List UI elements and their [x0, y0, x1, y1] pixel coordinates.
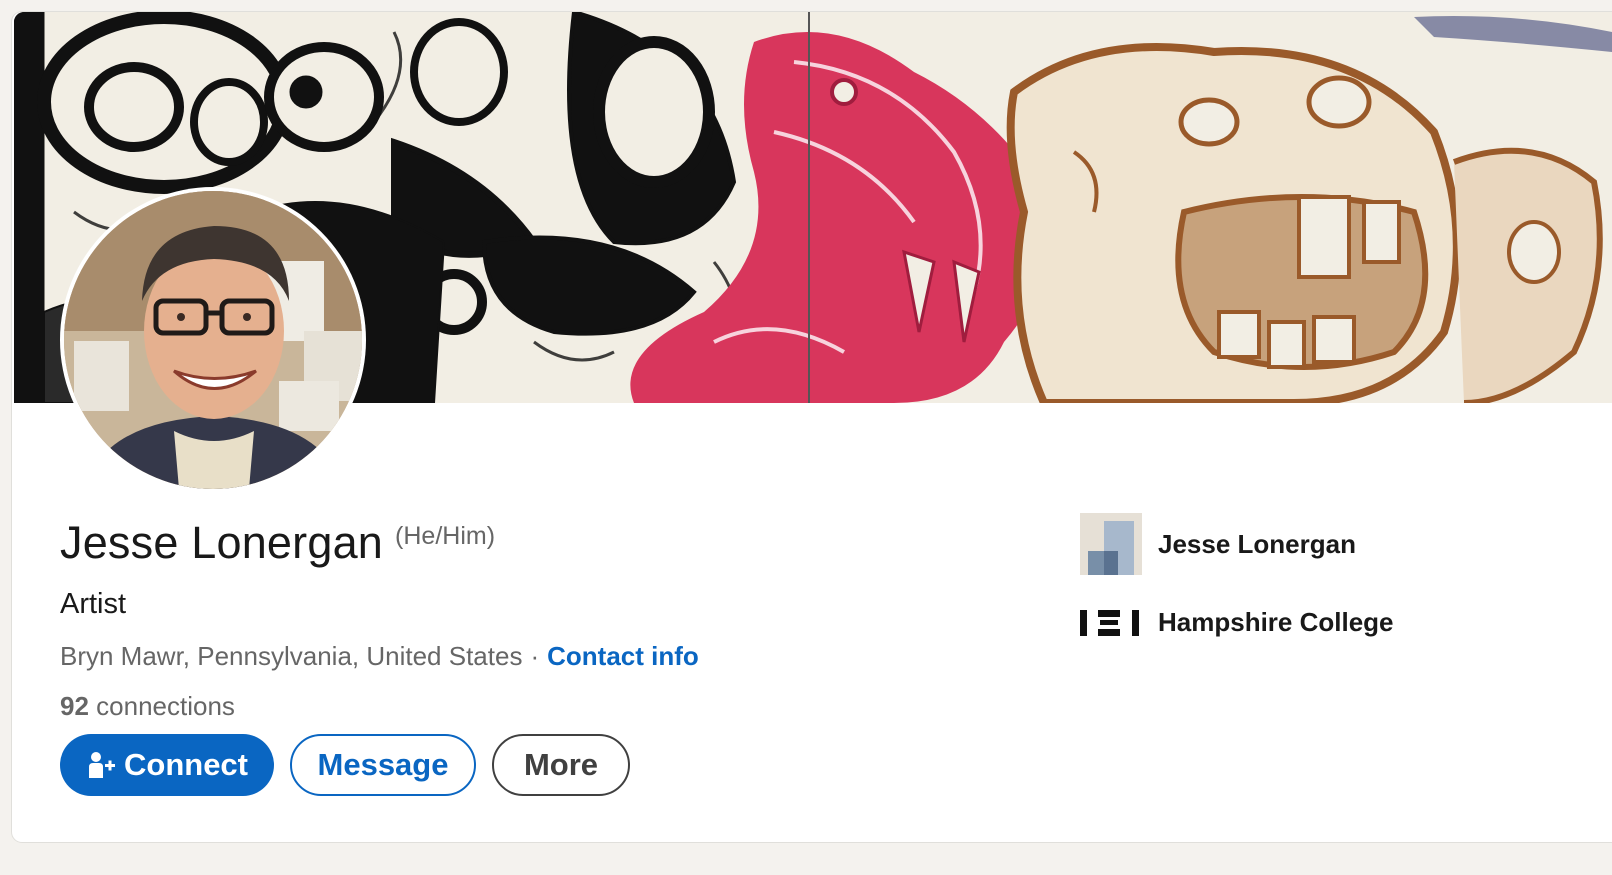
contact-info-link[interactable]: Contact info [547, 641, 699, 671]
organizations-list: Jesse Lonergan Hampshire College [1080, 513, 1394, 669]
profile-actions: Connect Message More [60, 734, 630, 796]
org-item-company[interactable]: Jesse Lonergan [1080, 513, 1394, 575]
location-row: Bryn Mawr, Pennsylvania, United States · C… [60, 641, 699, 672]
more-button[interactable]: More [492, 734, 630, 796]
org-name: Jesse Lonergan [1158, 528, 1356, 559]
org-name: Hampshire College [1158, 606, 1394, 637]
profile-photo[interactable] [60, 187, 366, 493]
company-placeholder-icon [1080, 513, 1142, 575]
connect-button[interactable]: Connect [60, 734, 274, 796]
hampshire-college-logo [1080, 591, 1142, 653]
separator: · [530, 641, 540, 671]
profile-name: Jesse Lonergan [60, 517, 384, 568]
profile-headline: Artist [60, 588, 127, 620]
connect-label: Connect [124, 747, 248, 782]
org-item-education[interactable]: Hampshire College [1080, 591, 1394, 653]
add-person-icon [86, 750, 116, 780]
connections-number: 92 [60, 691, 89, 721]
name-row: Jesse Lonergan (He/Him) [60, 517, 495, 569]
avatar [64, 191, 362, 489]
connections-label: connections [96, 691, 235, 721]
location: Bryn Mawr, Pennsylvania, United States [60, 641, 523, 671]
profile-card: Jesse Lonergan (He/Him) Artist Bryn Mawr… [12, 12, 1612, 842]
message-button[interactable]: Message [290, 734, 476, 796]
pronouns: (He/Him) [395, 522, 496, 550]
connections-count[interactable]: 92 connections [60, 691, 235, 722]
